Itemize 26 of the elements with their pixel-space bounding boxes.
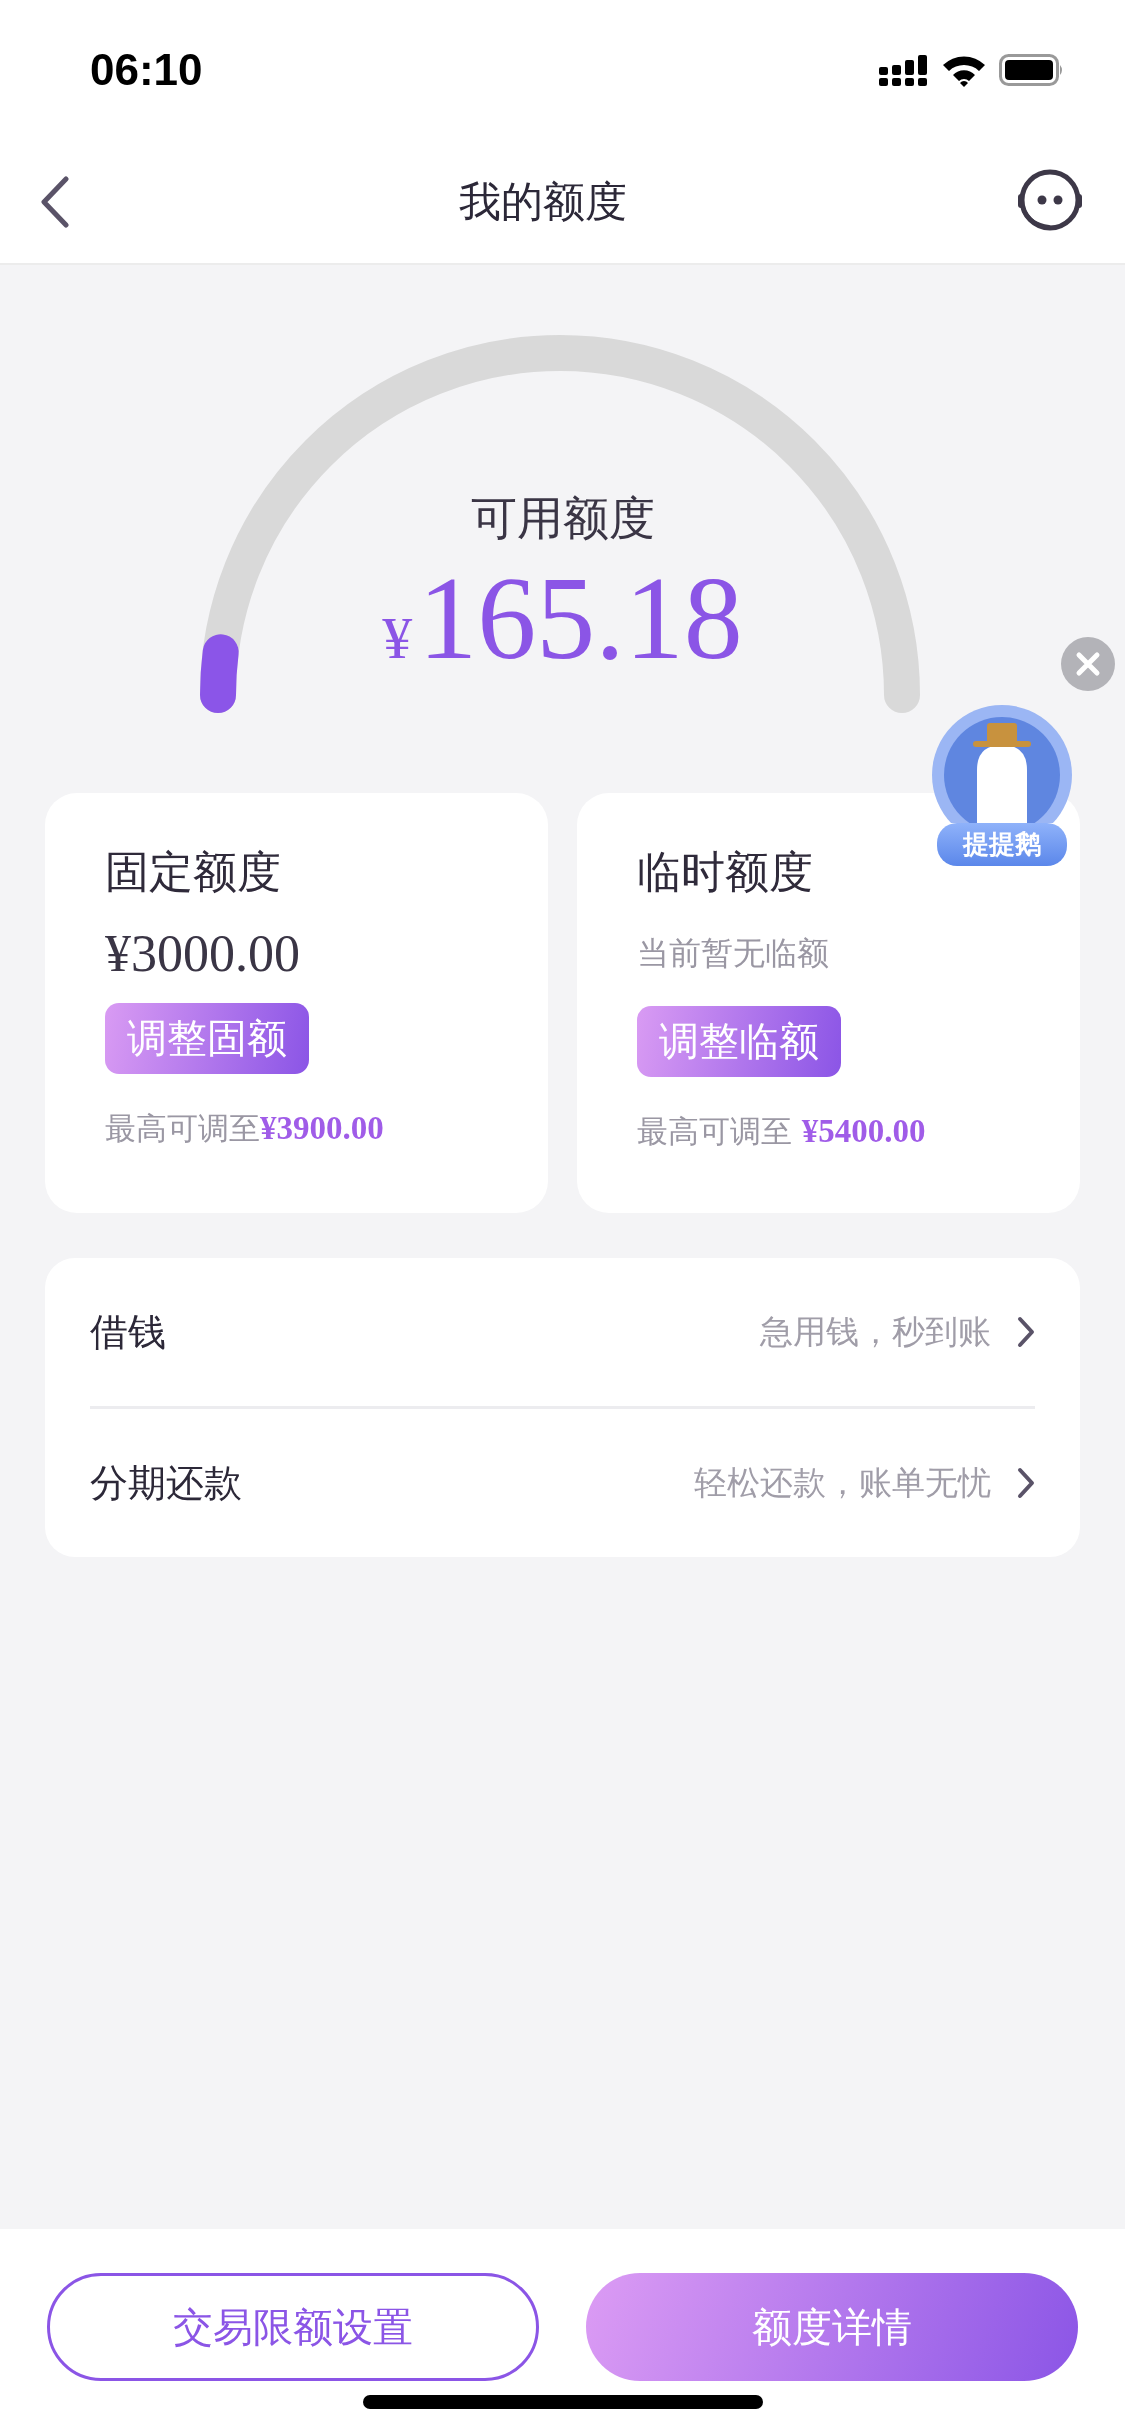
menu-hint: 急用钱，秒到账: [760, 1310, 991, 1353]
wifi-icon: [941, 53, 987, 87]
credit-amount: ¥3000.00: [105, 924, 300, 983]
max-limit-text: 最高可调至 ¥5400.00: [637, 1112, 926, 1151]
available-credit-amount: 165.18: [418, 554, 743, 684]
adjust-button[interactable]: 调整临额: [637, 1006, 841, 1077]
adjust-button[interactable]: 调整固额: [105, 1003, 309, 1074]
menu-item[interactable]: 借钱: [90, 1306, 760, 1358]
card-title: 临时额度: [637, 845, 813, 899]
action-button[interactable]: 额度详情: [586, 2273, 1078, 2381]
battery-icon: [999, 54, 1065, 86]
page-title: 我的额度: [458, 175, 627, 228]
chevron-right-icon[interactable]: [1017, 1467, 1035, 1499]
action-button[interactable]: 交易限额设置: [47, 2273, 539, 2381]
signal-icon: [879, 53, 929, 87]
max-limit-text: 最高可调至¥3900.00: [105, 1109, 384, 1148]
available-credit-label: 可用额度: [470, 490, 655, 547]
mascot-label[interactable]: 提提鹅: [937, 823, 1067, 866]
menu-hint: 轻松还款，账单无忧: [694, 1461, 991, 1504]
credit-note: 当前暂无临额: [637, 933, 829, 974]
chevron-right-icon[interactable]: [1017, 1316, 1035, 1348]
card-title: 固定额度: [105, 845, 281, 899]
status-time: 06:10: [90, 45, 203, 95]
currency-symbol: ¥: [382, 604, 413, 673]
back-icon[interactable]: [40, 175, 70, 228]
menu-item[interactable]: 分期还款: [90, 1457, 694, 1509]
